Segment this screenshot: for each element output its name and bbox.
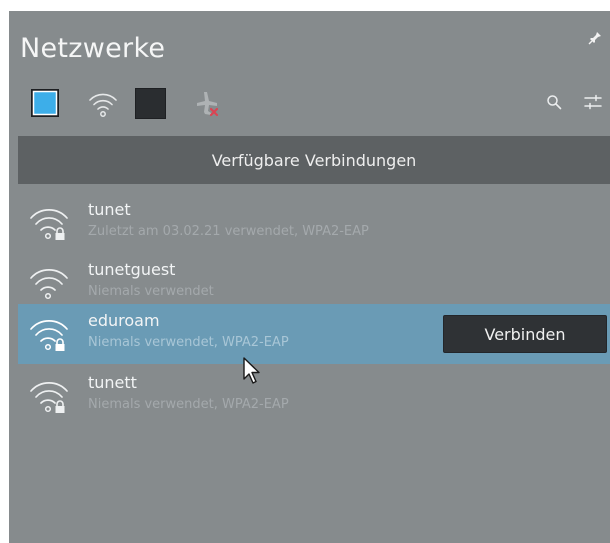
network-item-tunet[interactable]: tunet Zuletzt am 03.02.21 verwendet, WPA… — [18, 193, 610, 253]
network-item-tunett[interactable]: tunett Niemals verwendet, WPA2-EAP — [18, 366, 610, 426]
network-name: tunetguest — [88, 260, 176, 279]
pin-icon[interactable] — [588, 31, 602, 45]
mobile-broadband-icon[interactable] — [135, 88, 166, 119]
section-header-label: Verfügbare Verbindungen — [211, 150, 417, 170]
wifi-icon — [30, 269, 68, 300]
applet-title: Netzwerke — [20, 33, 166, 64]
network-details: Zuletzt am 03.02.21 verwendet, WPA2-EAP — [88, 224, 369, 239]
mouse-cursor-icon — [243, 357, 260, 384]
wifi-secured-icon — [30, 209, 68, 240]
search-icon[interactable] — [546, 94, 562, 110]
network-name: tunett — [88, 373, 137, 392]
connect-button[interactable]: Verbinden — [443, 315, 607, 353]
network-name: eduroam — [88, 311, 160, 330]
network-item-eduroam[interactable]: eduroam Niemals verwendet, WPA2-EAP Verb… — [18, 304, 610, 364]
network-name: tunet — [88, 200, 131, 219]
network-details: Niemals verwendet, WPA2-EAP — [88, 397, 289, 412]
available-connections-header: Verfügbare Verbindungen — [18, 136, 610, 184]
wifi-secured-icon — [30, 320, 68, 351]
configure-icon[interactable] — [584, 94, 602, 110]
network-details: Niemals verwendet — [88, 284, 214, 299]
airplane-mode-icon[interactable] — [192, 90, 222, 118]
networks-applet: Netzwerke Verfügbare Verbindungen tunet … — [9, 11, 610, 543]
network-details: Niemals verwendet, WPA2-EAP — [88, 335, 289, 350]
wired-network-icon[interactable] — [30, 88, 60, 118]
wifi-icon[interactable] — [87, 89, 119, 119]
wifi-secured-icon — [30, 382, 68, 413]
